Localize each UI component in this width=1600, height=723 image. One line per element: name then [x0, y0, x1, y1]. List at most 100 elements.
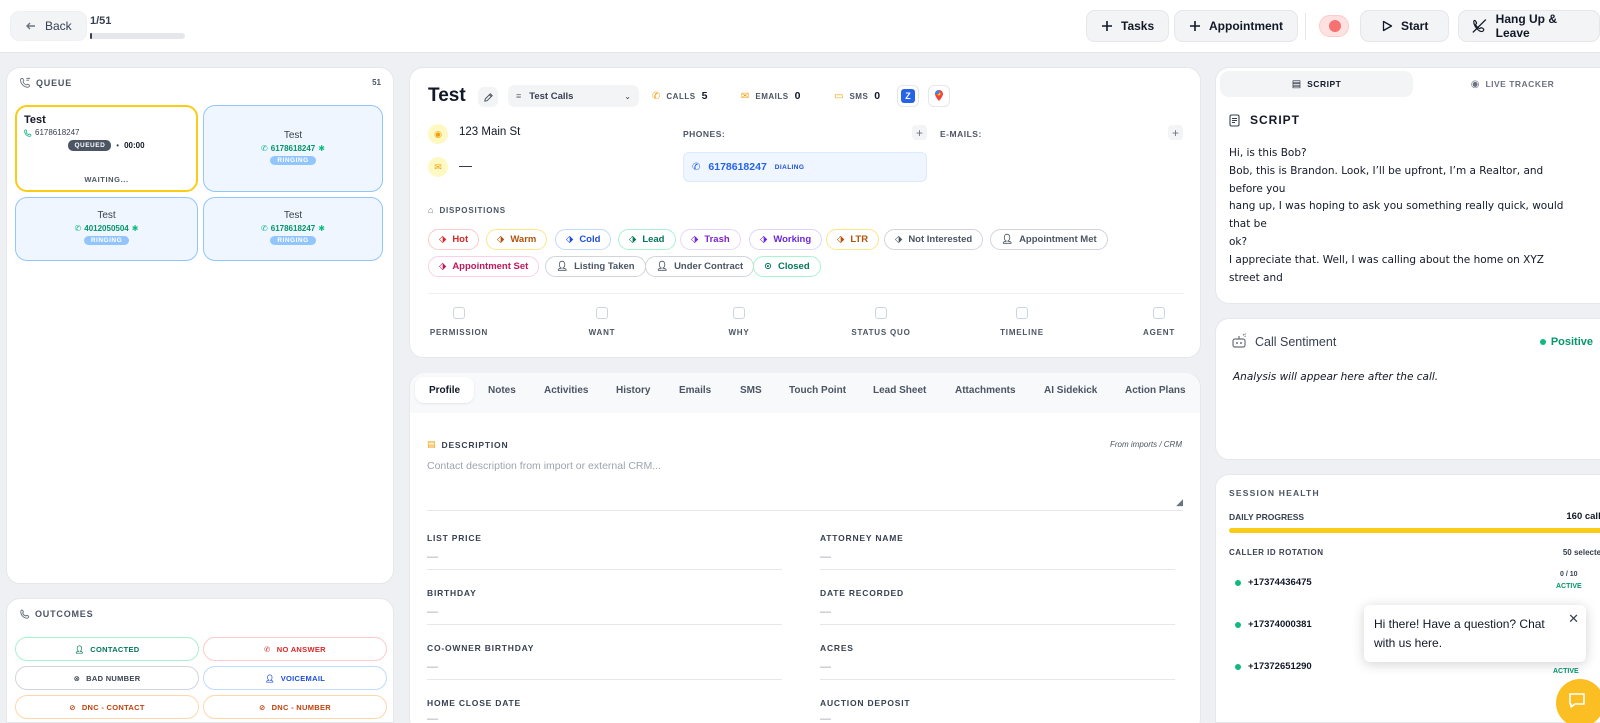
map-button[interactable]: [928, 85, 950, 107]
phone-row[interactable]: ✆ 6178618247 DIALING: [683, 152, 927, 182]
agent-checkbox[interactable]: [1153, 307, 1165, 319]
date-recorded-value[interactable]: —: [820, 606, 831, 618]
tasks-button[interactable]: Tasks: [1086, 10, 1170, 42]
queue-card-phone: 6178618247: [270, 224, 316, 233]
queue-card[interactable]: Test ✆ 4012050504 ✱ RINGING: [15, 197, 198, 261]
outcome-no-answer-button[interactable]: ✆ NO ANSWER: [203, 637, 387, 661]
mail-icon: ✉: [741, 90, 750, 102]
auction-deposit-value[interactable]: —: [820, 713, 831, 723]
tab-attachments[interactable]: Attachments: [941, 377, 1030, 403]
script-tab[interactable]: ▤ SCRIPT: [1220, 71, 1413, 97]
phone-list-icon: [20, 77, 31, 88]
disposition-cold[interactable]: ⬗ Cold: [555, 229, 612, 250]
appointment-button[interactable]: Appointment: [1174, 10, 1298, 42]
back-button[interactable]: Back: [10, 11, 87, 41]
queue-card[interactable]: Test ✆ 6178618247 ✱ RINGING: [203, 197, 383, 261]
permission-checkbox[interactable]: [453, 307, 465, 319]
map-pin-icon: ◉: [434, 128, 442, 139]
disposition-hot[interactable]: ⬗ Hot: [428, 229, 480, 250]
hangup-label: Hang Up & Leave: [1495, 12, 1557, 40]
attorney-name-value[interactable]: —: [820, 551, 831, 563]
tab-action-plans[interactable]: Action Plans: [1111, 377, 1200, 403]
disposition-label: Listing Taken: [574, 261, 635, 272]
want-checkbox[interactable]: [596, 307, 608, 319]
queue-card-phone: 6178618247: [35, 128, 80, 137]
disposition-label: Under Contract: [674, 261, 744, 272]
disposition-warm[interactable]: ⬗ Warm: [486, 229, 548, 250]
ban-icon: ⊘: [69, 702, 76, 712]
email-text: —: [459, 158, 472, 173]
tab-notes[interactable]: Notes: [474, 377, 530, 403]
disposition-not-interested[interactable]: ⬗ Not Interested: [884, 229, 984, 250]
bullet: •: [116, 141, 120, 150]
queue-card[interactable]: Test ✆ 6178618247 ✱ RINGING: [203, 105, 383, 192]
tab-emails[interactable]: Emails: [665, 377, 725, 403]
tab-sms[interactable]: SMS: [726, 377, 776, 403]
live-tracker-tab[interactable]: ◉ LIVE TRACKER: [1416, 71, 1600, 97]
hangup-leave-button[interactable]: Hang Up & Leave: [1458, 10, 1600, 42]
description-label: DESCRIPTION: [441, 439, 509, 450]
outcome-voicemail-button[interactable]: 👤︎ VOICEMAIL: [203, 666, 387, 690]
tab-history[interactable]: History: [602, 377, 664, 403]
sms-label: SMS: [849, 91, 869, 101]
dispositions-header: ⌂ DISPOSITIONS: [428, 205, 506, 215]
add-phone-button[interactable]: +: [912, 125, 927, 140]
acres-value[interactable]: —: [820, 661, 831, 673]
tag-icon: ⬗: [760, 234, 768, 245]
tab-touch-point[interactable]: Touch Point: [775, 377, 860, 403]
star-icon: ✱: [318, 224, 325, 233]
caller-id-row[interactable]: +17374000381: [1235, 619, 1312, 630]
start-button[interactable]: Start: [1360, 10, 1450, 42]
outcome-dnc-contact-button[interactable]: ⊘ DNC - CONTACT: [15, 695, 199, 719]
edit-contact-button[interactable]: [478, 87, 498, 107]
file-text-icon: ▤: [1291, 78, 1302, 90]
home-close-date-value[interactable]: —: [427, 713, 438, 723]
daily-progress-value: 160 calls: [1566, 511, 1600, 522]
disposition-listing-taken[interactable]: 👤︎ Listing Taken: [545, 256, 646, 277]
birthday-value[interactable]: —: [427, 606, 438, 618]
list-select[interactable]: ≡ Test Calls ⌄: [508, 85, 639, 107]
disposition-trash[interactable]: ⬗ Trash: [680, 229, 741, 250]
birthday-underline: [427, 624, 782, 625]
zillow-button[interactable]: Z: [897, 85, 919, 107]
co-owner-birthday-value[interactable]: —: [427, 661, 438, 673]
queued-badge: QUEUED: [68, 140, 112, 151]
chat-popup[interactable]: Hi there! Have a question? Chat with us …: [1364, 605, 1586, 662]
queue-card-active[interactable]: Test 6178618247 QUEUED • 00:00 WAITING..…: [15, 105, 198, 192]
disposition-under-contract[interactable]: 👤︎ Under Contract: [645, 256, 755, 277]
queue-counter: 1/51: [90, 15, 112, 27]
disposition-ltr[interactable]: ⬗ LTR: [826, 229, 880, 250]
description-textarea[interactable]: Contact description from import or exter…: [427, 456, 1183, 511]
list-icon: ≡: [516, 91, 522, 101]
status-quo-checkbox[interactable]: [875, 307, 887, 319]
disposition-working[interactable]: ⬗ Working: [749, 229, 823, 250]
why-checkbox[interactable]: [733, 307, 745, 319]
outcome-dnc-number-button[interactable]: ⊘ DNC - NUMBER: [203, 695, 387, 719]
close-icon[interactable]: ✕: [1568, 611, 1579, 627]
caller-id-row[interactable]: +17374436475: [1235, 577, 1312, 588]
outcome-contacted-button[interactable]: 👤︎ CONTACTED: [15, 637, 199, 661]
chat-launcher-button[interactable]: [1556, 679, 1600, 723]
status-dot: [1539, 339, 1546, 345]
caller-id-row[interactable]: +17372651290: [1235, 661, 1312, 672]
tab-ai-sidekick[interactable]: AI Sidekick: [1030, 377, 1111, 403]
add-email-button[interactable]: +: [1168, 125, 1183, 140]
list-price-value[interactable]: —: [427, 551, 438, 563]
toolbar-divider: [1305, 13, 1306, 40]
disposition-appointment-met[interactable]: 👤︎ Appointment Met: [990, 229, 1108, 250]
bot-icon: [1232, 333, 1247, 348]
tab-profile[interactable]: Profile: [415, 377, 475, 403]
outcome-label: DNC - NUMBER: [271, 702, 332, 712]
disposition-closed[interactable]: ⊙ Closed: [753, 256, 821, 277]
resize-handle-icon[interactable]: ◢: [1176, 497, 1183, 508]
timeline-checkbox[interactable]: [1016, 307, 1028, 319]
caller-id-number: +17372651290: [1248, 661, 1312, 672]
disposition-lead[interactable]: ⬗ Lead: [618, 229, 676, 250]
tab-lead-sheet[interactable]: Lead Sheet: [859, 377, 940, 403]
ringing-badge: RINGING: [270, 236, 316, 245]
list-price-label: LIST PRICE: [427, 533, 482, 543]
tab-activities[interactable]: Activities: [530, 377, 602, 403]
record-toggle[interactable]: [1319, 15, 1349, 37]
disposition-appointment-set[interactable]: ⬗ Appointment Set: [428, 256, 540, 277]
outcome-bad-number-button[interactable]: ⊗ BAD NUMBER: [15, 666, 199, 690]
